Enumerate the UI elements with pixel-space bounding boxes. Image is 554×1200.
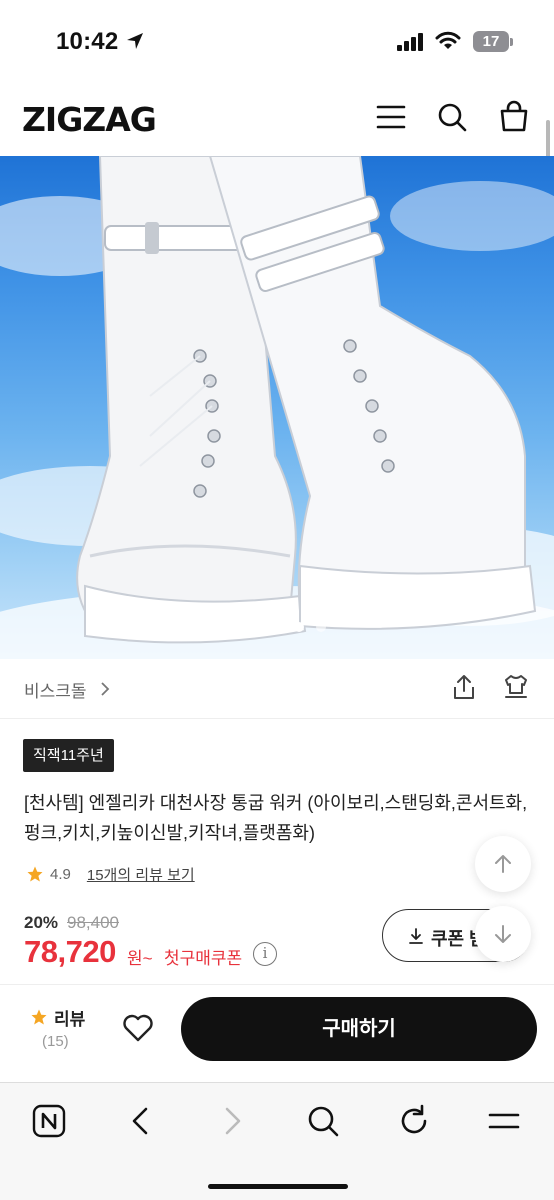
signal-icon [397,33,423,51]
star-icon [27,866,43,882]
scroll-up-icon [495,855,511,873]
browser-toolbar [0,1082,554,1200]
carousel-dot[interactable] [250,622,260,632]
home-indicator[interactable] [208,1184,348,1189]
battery-cap [510,38,513,46]
review-count[interactable]: (15) [42,1033,69,1050]
event-badge: 직잭11주년 [23,739,114,772]
forward-icon[interactable] [214,1103,250,1139]
carousel-dots [228,622,326,632]
location-arrow-icon [127,33,143,49]
review-tab-label[interactable]: 리뷰 [54,1005,85,1030]
star-icon [31,1009,47,1025]
zigzag-logo[interactable]: ZIGZAG [22,100,157,139]
carousel-dot[interactable] [272,622,282,632]
refresh-icon[interactable] [396,1103,432,1139]
carousel-dot[interactable] [228,622,238,632]
product-title: [천사템] 엔젤리카 대천사장 통굽 워커 (아이보리,스탠딩화,콘서트화,펑크… [24,793,528,843]
rating-score: 4.9 [50,865,71,883]
download-icon [409,928,423,944]
reviews-link[interactable]: 15개의 리뷰 보기 [87,864,195,885]
product-image[interactable] [0,156,554,659]
brand-row: 비스크돌 [0,659,554,719]
battery-indicator: 17 [473,31,509,52]
chevron-right-icon[interactable] [99,681,111,697]
first-purchase-coupon-label: 첫구매쿠폰 [164,949,243,968]
scroll-down-button[interactable] [475,906,531,962]
original-price: 98,400 [67,913,119,932]
naver-home-icon[interactable] [31,1103,67,1139]
carousel-dot-active[interactable] [294,622,304,632]
app-header: ZIGZAG [0,80,554,156]
back-icon[interactable] [123,1103,159,1139]
sale-price: 78,720 [24,934,116,969]
price-unit: 원~ [127,949,153,968]
brand-link[interactable]: 비스크돌 [24,677,87,702]
menu-icon[interactable] [374,100,408,134]
menu-icon[interactable] [486,1103,522,1139]
discount-rate: 20% [24,913,59,932]
buy-button[interactable]: 구매하기 [181,997,537,1061]
status-bar: 10:42 17 [0,0,554,80]
search-icon[interactable] [305,1103,341,1139]
share-icon[interactable] [450,673,478,701]
rating-row: 4.9 15개의 리뷰 보기 [26,864,195,884]
info-icon[interactable]: i [253,942,277,966]
purchase-bar: 리뷰 (15) 구매하기 [0,984,554,1082]
carousel-dot[interactable] [316,622,326,632]
search-icon[interactable] [435,100,469,134]
scroll-up-button[interactable] [475,836,531,892]
heart-icon[interactable] [122,1013,154,1043]
status-time: 10:42 [56,28,119,55]
wifi-icon [435,31,461,49]
boots-illustration [0,156,554,659]
outfit-icon[interactable] [502,673,530,701]
scroll-down-icon [495,925,511,943]
shopping-bag-icon[interactable] [497,100,531,134]
